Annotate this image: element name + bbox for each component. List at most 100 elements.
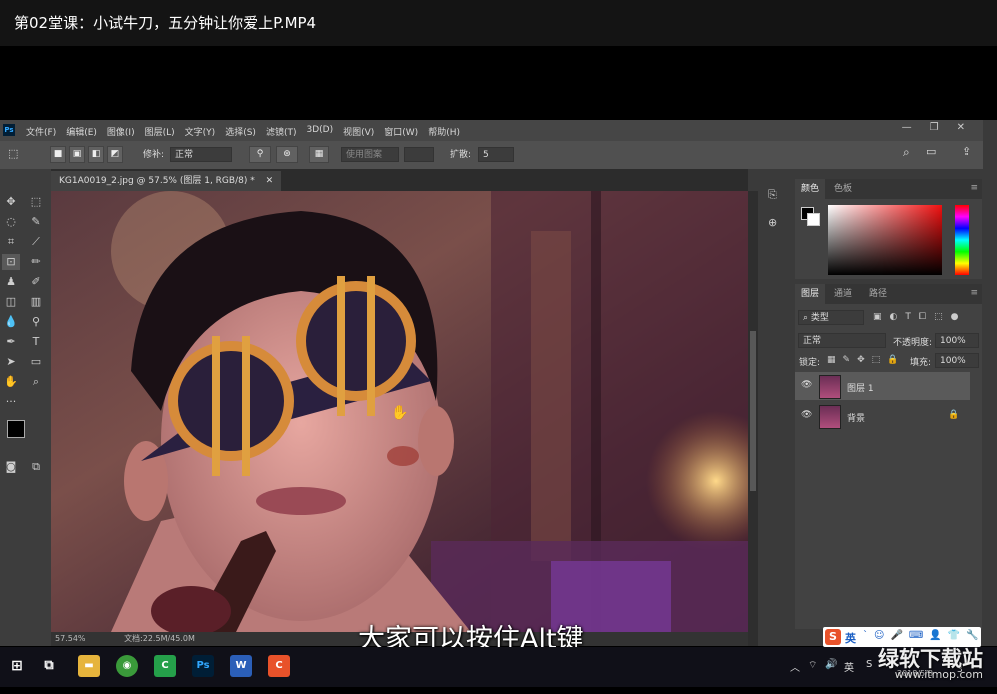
tray-sogou-icon[interactable]: S (866, 659, 872, 670)
filter-adjust-icon[interactable]: ◐ (890, 312, 898, 322)
dodge-tool-icon[interactable]: ⚲ (27, 314, 45, 330)
quick-select-tool-icon[interactable]: ✎ (27, 214, 45, 230)
voice-icon[interactable]: 🎤 (890, 630, 902, 641)
menu-image[interactable]: 图像(I) (107, 125, 135, 138)
subtract-selection-icon[interactable]: ◧ (88, 146, 104, 163)
fill-input[interactable]: 100% (935, 353, 979, 368)
recorder-taskbar-icon[interactable]: C (268, 655, 290, 677)
restore-icon[interactable]: ❐ (930, 122, 939, 133)
menu-3d[interactable]: 3D(D) (306, 125, 333, 138)
lock-all-icon[interactable]: 🔒 (887, 355, 898, 365)
tab-swatches[interactable]: 色板 (828, 179, 858, 199)
punctuation-icon[interactable]: ˋ (863, 630, 868, 641)
blend-mode-select[interactable]: 正常 (798, 333, 886, 348)
filter-type-icon[interactable]: T (905, 312, 911, 322)
shape-tool-icon[interactable]: ▭ (27, 354, 45, 370)
filter-smart-icon[interactable]: ⬚ (934, 312, 943, 322)
scrollbar-thumb[interactable] (750, 331, 756, 491)
sogou-ime-logo[interactable]: S (825, 629, 841, 645)
quick-mask-icon[interactable]: ◙ (2, 459, 20, 475)
new-selection-icon[interactable]: ■ (50, 146, 66, 163)
layer-row[interactable]: 👁 图层 1 (795, 372, 970, 400)
hue-slider[interactable] (955, 205, 969, 275)
share-icon[interactable]: ⇪ (962, 145, 971, 158)
menu-type[interactable]: 文字(Y) (185, 125, 216, 138)
eraser-tool-icon[interactable]: ◫ (2, 294, 20, 310)
photoshop-taskbar-icon[interactable]: Ps (192, 655, 214, 677)
zoom-tool-icon[interactable]: ⌕ (27, 374, 45, 390)
panel-menu-icon[interactable]: ≡ (970, 183, 978, 193)
gradient-tool-icon[interactable]: ▥ (27, 294, 45, 310)
lock-artboard-icon[interactable]: ⬚ (872, 355, 881, 365)
menu-file[interactable]: 文件(F) (26, 125, 56, 138)
layers-panel-menu-icon[interactable]: ≡ (970, 288, 978, 298)
pattern-picker[interactable] (404, 147, 434, 162)
task-view-icon[interactable]: ⧉ (38, 655, 60, 677)
word-taskbar-icon[interactable]: W (230, 655, 252, 677)
tab-color[interactable]: 颜色 (795, 179, 826, 199)
history-panel-icon[interactable]: ⎘ (768, 188, 777, 202)
lock-transparent-icon[interactable]: ▦ (827, 355, 836, 365)
visibility-eye-icon[interactable]: 👁 (801, 380, 812, 390)
properties-panel-icon[interactable]: ⊕ (768, 216, 777, 229)
patch-tool-icon-active[interactable]: ⊡ (2, 254, 20, 270)
search-icon[interactable]: ⌕ (903, 145, 910, 160)
pen-tool-icon[interactable]: ✒ (2, 334, 20, 350)
more-tools-icon[interactable]: ··· (2, 394, 20, 410)
destination-icon[interactable]: ⊛ (276, 146, 298, 163)
document-canvas[interactable]: ✋ (51, 191, 748, 632)
close-icon[interactable]: ✕ (957, 122, 965, 133)
volume-icon[interactable]: 🔊 (825, 659, 837, 670)
minimize-icon[interactable]: — (902, 122, 912, 133)
camtasia-icon[interactable]: C (154, 655, 176, 677)
browser-icon[interactable]: ◉ (116, 655, 138, 677)
user-icon[interactable]: 👤 (929, 630, 941, 641)
canvas-vertical-scrollbar[interactable] (748, 191, 758, 646)
hand-tool-icon[interactable]: ✋ (2, 374, 20, 390)
document-tab[interactable]: KG1A0019_2.jpg @ 57.5% (图层 1, RGB/8) * ✕ (51, 171, 282, 191)
patch-mode-select[interactable]: 正常 (170, 147, 232, 162)
file-explorer-icon[interactable]: ▬ (78, 655, 100, 677)
menu-select[interactable]: 选择(S) (225, 125, 256, 138)
menu-window[interactable]: 窗口(W) (384, 125, 418, 138)
layer-filter-select[interactable]: ⌕ 类型 (798, 310, 864, 325)
menu-filter[interactable]: 滤镜(T) (266, 125, 297, 138)
diffusion-select[interactable]: 5 (478, 147, 514, 162)
tab-paths[interactable]: 路径 (863, 284, 893, 304)
add-selection-icon[interactable]: ▣ (69, 146, 85, 163)
visibility-eye-icon[interactable]: 👁 (801, 410, 812, 420)
transparent-icon[interactable]: ▦ (309, 146, 329, 163)
screen-mode-icon[interactable]: ⧉ (27, 459, 45, 475)
intersect-selection-icon[interactable]: ◩ (107, 146, 123, 163)
move-tool-icon[interactable]: ✥ (2, 194, 20, 210)
opacity-input[interactable]: 100% (935, 333, 979, 348)
brush-tool-icon[interactable]: ✏ (27, 254, 45, 270)
tab-layers[interactable]: 图层 (795, 284, 826, 304)
filter-pixel-icon[interactable]: ▣ (873, 312, 882, 322)
filter-toggle-icon[interactable]: ● (951, 312, 959, 322)
source-icon[interactable]: ⚲ (249, 146, 271, 163)
keyboard-icon[interactable]: ⌨ (909, 630, 923, 641)
foreground-color-swatch[interactable] (7, 420, 25, 438)
lasso-tool-icon[interactable]: ◌ (2, 214, 20, 230)
ime-mode-label[interactable]: 英 (845, 630, 856, 646)
eyedropper-tool-icon[interactable]: ⟋ (27, 234, 45, 250)
history-brush-icon[interactable]: ✐ (27, 274, 45, 290)
stamp-tool-icon[interactable]: ♟ (2, 274, 20, 290)
close-tab-icon[interactable]: ✕ (266, 176, 274, 186)
windows-start-icon[interactable]: ⊞ (6, 655, 28, 677)
marquee-tool-icon[interactable]: ⬚ (27, 194, 45, 210)
menu-view[interactable]: 视图(V) (343, 125, 374, 138)
color-field[interactable] (828, 205, 942, 275)
workspace-icon[interactable]: ▭ (926, 145, 936, 158)
emoji-icon[interactable]: ☺ (874, 630, 884, 641)
lock-pixels-icon[interactable]: ✎ (843, 355, 851, 365)
network-icon[interactable]: ⌔ (808, 659, 817, 672)
skin-icon[interactable]: 👕 (948, 630, 960, 641)
crop-tool-icon[interactable]: ⌗ (2, 234, 20, 250)
use-pattern-button[interactable]: 使用图案 (341, 147, 399, 162)
lock-position-icon[interactable]: ✥ (857, 355, 865, 365)
tools-icon[interactable]: 🔧 (966, 630, 978, 641)
patch-tool-icon[interactable]: ⬚ (8, 147, 18, 160)
menu-edit[interactable]: 编辑(E) (66, 125, 97, 138)
